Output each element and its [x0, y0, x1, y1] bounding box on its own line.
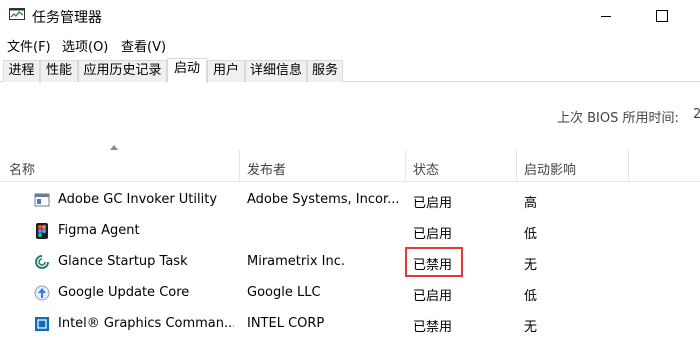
column-divider[interactable]: [516, 150, 517, 182]
tab-app-history[interactable]: 应用历史记录: [78, 60, 167, 82]
app-name: Intel® Graphics Comman...: [58, 316, 234, 331]
app-name: Glance Startup Task: [58, 254, 188, 269]
column-header-publisher[interactable]: 发布者: [247, 159, 286, 178]
title-bar: 任务管理器: [0, 0, 700, 32]
app-name: Google Update Core: [58, 285, 190, 300]
intel-graphics-icon: [35, 317, 49, 331]
app-name: Figma Agent: [58, 223, 140, 238]
bios-time-value: 2: [693, 107, 700, 122]
figma-icon: [36, 223, 48, 239]
tab-users[interactable]: 用户: [207, 60, 245, 82]
app-impact: 无: [524, 320, 538, 335]
app-impact: 无: [524, 258, 538, 273]
column-divider[interactable]: [405, 150, 406, 182]
app-status: 已启用: [413, 196, 453, 211]
app-publisher: Google LLC: [247, 285, 321, 300]
menu-options[interactable]: 选项(O): [62, 36, 108, 55]
app-impact: 低: [524, 227, 538, 242]
app-name: Adobe GC Invoker Utility: [58, 192, 218, 207]
table-row[interactable]: Adobe GC Invoker Utility Adobe Systems, …: [0, 185, 700, 216]
adobe-gc-icon: [34, 193, 50, 207]
menu-bar: 文件(F) 选项(O) 查看(V): [0, 34, 700, 55]
table-header: 名称 发布者 状态 启动影响: [0, 150, 700, 182]
bios-time-label: 上次 BIOS 所用时间:: [557, 111, 679, 126]
tab-services[interactable]: 服务: [307, 60, 343, 82]
tab-performance[interactable]: 性能: [40, 60, 78, 82]
app-status: 已启用: [413, 289, 453, 304]
table-row[interactable]: Glance Startup Task Mirametrix Inc. 已禁用 …: [0, 247, 700, 278]
app-impact: 低: [524, 289, 538, 304]
tab-startup[interactable]: 启动: [167, 58, 207, 83]
app-status: 已禁用: [413, 320, 453, 335]
column-header-impact[interactable]: 启动影响: [524, 159, 576, 178]
tab-processes[interactable]: 进程: [3, 60, 40, 82]
tab-details[interactable]: 详细信息: [245, 60, 307, 82]
google-update-icon: [34, 285, 50, 301]
table-row[interactable]: Intel® Graphics Comman... INTEL CORP 已禁用…: [0, 309, 700, 340]
app-publisher: INTEL CORP: [247, 316, 325, 331]
app-impact: 高: [524, 196, 538, 211]
highlight-box: [405, 247, 463, 277]
column-header-status[interactable]: 状态: [413, 159, 439, 178]
menu-file[interactable]: 文件(F): [7, 36, 51, 55]
window-title: 任务管理器: [32, 10, 102, 26]
app-status: 已启用: [413, 227, 453, 242]
app-publisher: Mirametrix Inc.: [247, 254, 346, 269]
maximize-button[interactable]: [638, 0, 684, 32]
column-divider[interactable]: [628, 150, 629, 182]
menu-view[interactable]: 查看(V): [121, 36, 166, 55]
tab-strip: 进程 性能 应用历史记录 启动 用户 详细信息 服务: [0, 58, 700, 83]
glance-icon: [35, 255, 49, 269]
table-row[interactable]: Figma Agent 已启用 低: [0, 216, 700, 247]
task-manager-icon: [9, 8, 25, 20]
column-header-name[interactable]: 名称: [9, 159, 35, 178]
column-divider[interactable]: [239, 150, 240, 182]
minimize-button[interactable]: [583, 0, 629, 32]
table-row[interactable]: Google Update Core Google LLC 已启用 低: [0, 278, 700, 309]
app-publisher: Adobe Systems, Incor...: [247, 192, 399, 207]
